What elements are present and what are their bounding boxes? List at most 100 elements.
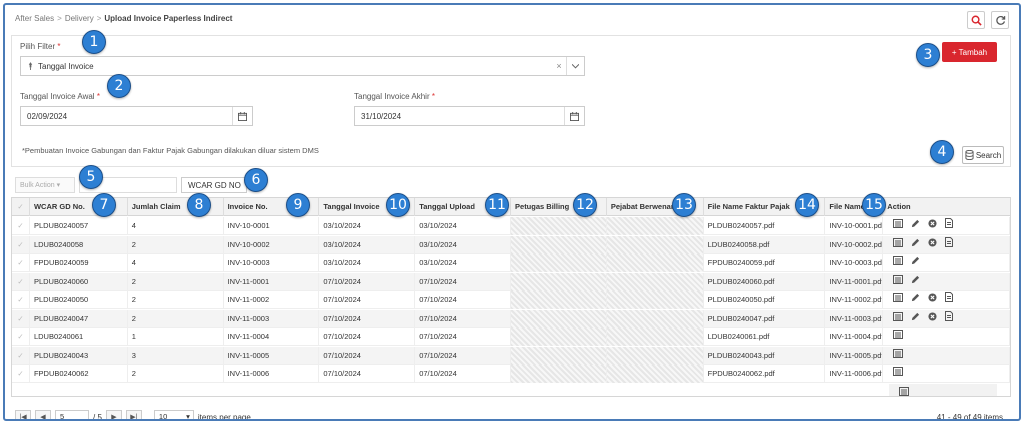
- cell-pejabat-berwenang: [606, 272, 704, 291]
- pencil-icon[interactable]: [911, 273, 920, 291]
- cell-petugas-billing: [511, 254, 607, 272]
- cell-pejabat-berwenang: [606, 254, 704, 272]
- list-icon[interactable]: [893, 310, 904, 328]
- table-row[interactable]: ✓ PLDUB0240057 4 INV-10-0001 03/10/2024 03/10…: [12, 217, 1010, 235]
- row-checkbox[interactable]: ✓: [12, 346, 30, 365]
- delete-icon[interactable]: [928, 217, 937, 235]
- delete-icon[interactable]: [928, 236, 937, 254]
- grid-header: ✓ WCAR GD No. Jumlah Claim Invoice No. T…: [12, 198, 1010, 216]
- pencil-icon[interactable]: [911, 310, 920, 328]
- wcar-gd-no-button[interactable]: WCAR GD NO: [181, 177, 247, 193]
- refresh-icon: [995, 15, 1005, 25]
- cell-jumlah-claim: 2: [128, 235, 224, 254]
- delete-icon[interactable]: [928, 291, 937, 309]
- table-row[interactable]: ✓ PLDUB0240050 2 INV-11-0002 07/10/2024 07/10…: [12, 291, 1010, 309]
- cell-invoice-no: INV-11-0006: [224, 365, 320, 383]
- cell-wcar-gd-no: PLDUB0240043: [30, 346, 128, 365]
- cell-tanggal-invoice: 07/10/2024: [319, 328, 416, 346]
- first-page-button[interactable]: |◀: [15, 410, 31, 419]
- cell-file-name-faktur: PLDUB0240050.pdf: [704, 291, 826, 309]
- delete-icon[interactable]: [928, 310, 937, 328]
- breadcrumb-after-sales[interactable]: After Sales: [15, 14, 54, 23]
- cell-invoice-no: INV-10-0003: [224, 254, 320, 272]
- cell-petugas-billing: [511, 365, 607, 383]
- cell-file-name-faktur: PLDUB0240047.pdf: [704, 309, 826, 328]
- page-number-input[interactable]: 5: [55, 410, 89, 419]
- cell-tanggal-invoice: 03/10/2024: [319, 217, 416, 235]
- row-checkbox[interactable]: ✓: [12, 328, 30, 346]
- document-icon[interactable]: [945, 217, 954, 235]
- search-icon: [971, 15, 982, 26]
- row-checkbox[interactable]: ✓: [12, 235, 30, 254]
- next-page-button[interactable]: ▶: [105, 410, 122, 419]
- list-icon[interactable]: [893, 254, 904, 272]
- search-toggle-button[interactable]: [967, 11, 985, 29]
- select-all-checkbox[interactable]: ✓: [12, 198, 30, 216]
- cell-tanggal-upload: 03/10/2024: [415, 235, 512, 254]
- table-row[interactable]: ✓ LDUB0240058 2 INV-10-0002 03/10/2024 03/10/…: [12, 235, 1010, 254]
- cell-file-name-faktur: LDUB0240061.pdf: [704, 328, 826, 346]
- row-checkbox[interactable]: ✓: [12, 217, 30, 235]
- table-row[interactable]: ✓ PLDUB0240060 2 INV-11-0001 07/10/2024 07/10…: [12, 272, 1010, 291]
- prev-page-button[interactable]: ◀: [35, 410, 51, 419]
- chevron-down-icon[interactable]: [566, 57, 584, 75]
- cell-pejabat-berwenang: [606, 309, 704, 328]
- tanggal-akhir-input[interactable]: 31/10/2024: [354, 106, 585, 126]
- search-button[interactable]: Search: [962, 146, 1004, 164]
- row-checkbox[interactable]: ✓: [12, 272, 30, 291]
- row-checkbox[interactable]: ✓: [12, 309, 30, 328]
- callout-badge-10: 10: [386, 193, 410, 217]
- document-icon[interactable]: [945, 236, 954, 254]
- refresh-button[interactable]: [991, 11, 1009, 29]
- pencil-icon[interactable]: [911, 291, 920, 309]
- table-row[interactable]: ✓ FPDUB0240062 2 INV-11-0006 07/10/2024 07/10…: [12, 365, 1010, 383]
- pilih-filter-select[interactable]: Tanggal Invoice ×: [20, 56, 585, 76]
- clear-icon[interactable]: ×: [552, 61, 566, 71]
- callout-badge-14: 14: [795, 193, 819, 217]
- list-icon[interactable]: [893, 365, 904, 383]
- cell-invoice-no: INV-11-0002: [224, 291, 320, 309]
- cell-petugas-billing: [511, 235, 607, 254]
- row-checkbox[interactable]: ✓: [12, 254, 30, 272]
- bulk-action-dropdown[interactable]: Bulk Action ▾: [15, 177, 75, 193]
- tambah-button[interactable]: + Tambah: [942, 42, 997, 62]
- callout-badge-4: 4: [930, 140, 954, 164]
- pencil-icon[interactable]: [911, 254, 920, 272]
- list-icon[interactable]: [899, 387, 909, 396]
- cell-petugas-billing: [511, 309, 607, 328]
- last-page-button[interactable]: ▶|: [125, 410, 142, 419]
- list-icon[interactable]: [893, 347, 904, 365]
- pencil-icon[interactable]: [911, 236, 920, 254]
- table-row[interactable]: ✓ PLDUB0240043 3 INV-11-0005 07/10/2024 07/10…: [12, 346, 1010, 365]
- cell-file-name: INV-10-0001.pdf: [825, 217, 884, 235]
- cell-action: [883, 328, 1010, 346]
- cell-action: [883, 309, 1010, 328]
- cell-tanggal-invoice: 07/10/2024: [319, 272, 416, 291]
- invoice-grid: ✓ WCAR GD No. Jumlah Claim Invoice No. T…: [11, 197, 1011, 397]
- document-icon[interactable]: [945, 310, 954, 328]
- table-row[interactable]: ✓ PLDUB0240047 2 INV-11-0003 07/10/2024 07/10…: [12, 309, 1010, 328]
- document-icon[interactable]: [945, 291, 954, 309]
- calendar-icon[interactable]: [564, 107, 584, 125]
- col-action: Action: [887, 202, 911, 211]
- calendar-icon[interactable]: [232, 107, 252, 125]
- list-icon[interactable]: [893, 291, 904, 309]
- table-row[interactable]: ✓ LDUB0240061 1 INV-11-0004 07/10/2024 07/10/…: [12, 328, 1010, 346]
- list-icon[interactable]: [893, 273, 904, 291]
- breadcrumb-delivery[interactable]: Delivery: [65, 14, 94, 23]
- cell-file-name: INV-10-0002.pdf: [825, 235, 884, 254]
- dms-note: *Pembuatan Invoice Gabungan dan Faktur P…: [22, 146, 319, 155]
- table-row[interactable]: ✓ FPDUB0240059 4 INV-10-0003 03/10/2024 03/10…: [12, 254, 1010, 272]
- items-per-page-select[interactable]: 10 ▾: [153, 410, 194, 419]
- row-checkbox[interactable]: ✓: [12, 365, 30, 383]
- list-icon[interactable]: [893, 217, 904, 235]
- list-icon[interactable]: [893, 236, 904, 254]
- pilih-filter-value: Tanggal Invoice: [38, 61, 94, 71]
- cell-invoice-no: INV-11-0004: [224, 328, 320, 346]
- list-icon[interactable]: [893, 328, 904, 346]
- pencil-icon[interactable]: [911, 217, 920, 235]
- callout-badge-2: 2: [107, 74, 131, 98]
- row-checkbox[interactable]: ✓: [12, 291, 30, 309]
- tanggal-awal-input[interactable]: 02/09/2024: [20, 106, 253, 126]
- breadcrumb: After Sales > Delivery > Upload Invoice Pape…: [15, 14, 232, 23]
